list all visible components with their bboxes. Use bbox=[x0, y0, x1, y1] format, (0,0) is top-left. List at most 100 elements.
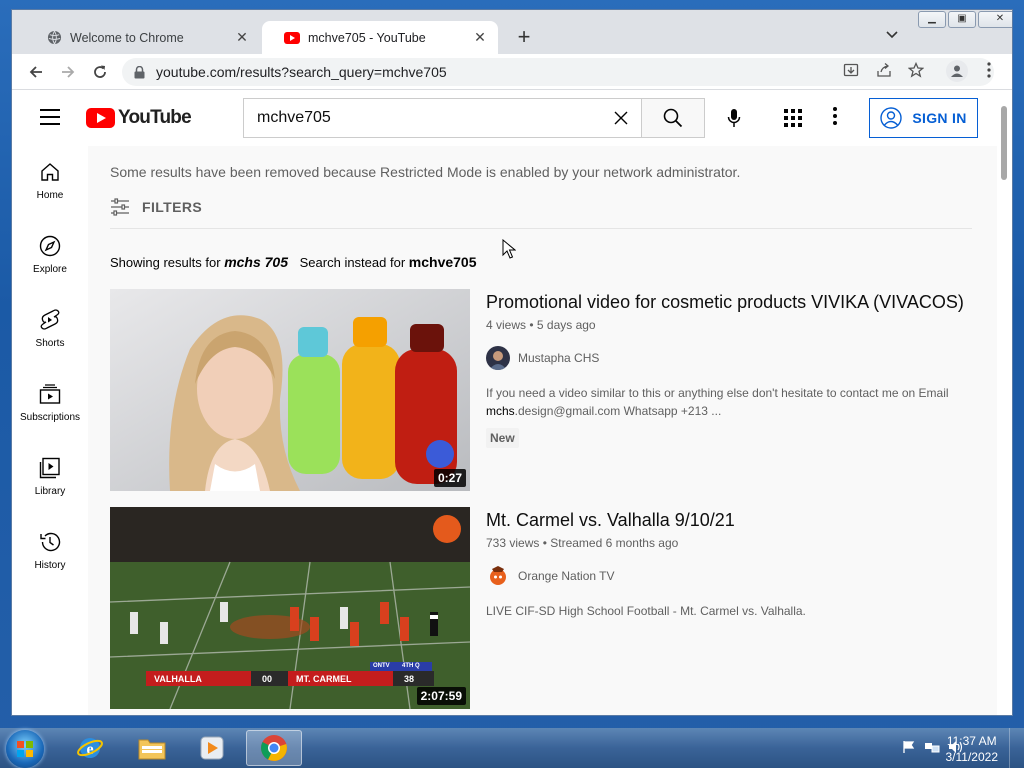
sign-in-label: SIGN IN bbox=[912, 110, 967, 126]
scrollbar-thumb[interactable] bbox=[1001, 106, 1007, 180]
youtube-page: YouTube mchve705 SIGN IN Home Explore Sh… bbox=[12, 90, 1012, 715]
network-icon[interactable] bbox=[924, 740, 940, 759]
close-window-button[interactable]: ✕ bbox=[978, 11, 1012, 28]
guide-item-library[interactable]: Library bbox=[12, 442, 88, 516]
tab-close-icon[interactable]: ✕ bbox=[472, 29, 488, 46]
desc-highlight: mchs bbox=[486, 404, 515, 418]
upload-age: 5 days ago bbox=[536, 318, 596, 332]
profile-avatar-icon[interactable] bbox=[946, 60, 968, 82]
explore-icon bbox=[38, 234, 62, 258]
tab-title: Welcome to Chrome bbox=[70, 30, 184, 45]
channel-link[interactable]: Orange Nation TV bbox=[486, 564, 986, 588]
instead-prefix: Search instead for bbox=[299, 255, 406, 270]
filters-button[interactable]: FILTERS bbox=[110, 198, 202, 216]
sign-in-button[interactable]: SIGN IN bbox=[869, 98, 978, 138]
desc-text: If you need a video similar to this or a… bbox=[486, 386, 949, 400]
tab-search-chevron-icon[interactable] bbox=[885, 27, 905, 47]
guide-item-shorts[interactable]: Shorts bbox=[12, 294, 88, 368]
guide-item-home[interactable]: Home bbox=[12, 146, 88, 220]
divider bbox=[110, 228, 972, 229]
taskbar-media-player[interactable] bbox=[184, 730, 240, 766]
guide-menu-icon[interactable] bbox=[40, 109, 60, 125]
guide-item-subscriptions[interactable]: Subscriptions bbox=[12, 368, 88, 442]
library-icon bbox=[38, 456, 62, 480]
showing-prefix: Showing results for bbox=[110, 255, 221, 270]
scoreboard-network: ONTV bbox=[373, 663, 390, 669]
folder-icon bbox=[138, 739, 166, 760]
page-scrollbar[interactable] bbox=[997, 90, 1012, 715]
windows-taskbar: e 11:37 AM 3/11/2022 bbox=[0, 728, 1024, 768]
subscriptions-icon bbox=[38, 382, 62, 406]
guide-item-explore[interactable]: Explore bbox=[12, 220, 88, 294]
video-duration: 0:27 bbox=[433, 469, 466, 487]
new-tab-button[interactable]: + bbox=[512, 26, 536, 50]
taskbar-internet-explorer[interactable]: e bbox=[62, 730, 118, 766]
upload-age: Streamed 6 months ago bbox=[550, 536, 679, 550]
media-player-icon bbox=[200, 736, 224, 760]
settings-more-icon[interactable] bbox=[833, 107, 847, 129]
guide-item-label: Subscriptions bbox=[19, 412, 81, 423]
corrected-query-link[interactable]: mchs 705 bbox=[224, 254, 288, 270]
reload-icon[interactable] bbox=[90, 62, 110, 82]
mouse-cursor-icon bbox=[502, 238, 517, 264]
guide-item-history[interactable]: History bbox=[12, 516, 88, 590]
taskbar-clock[interactable]: 11:37 AM 3/11/2022 bbox=[946, 733, 999, 765]
video-description: LIVE CIF-SD High School Football - Mt. C… bbox=[486, 604, 806, 618]
guide-item-label: Library bbox=[34, 486, 66, 497]
search-input[interactable]: mchve705 bbox=[243, 98, 641, 138]
start-button[interactable] bbox=[6, 730, 44, 768]
filters-label: FILTERS bbox=[142, 199, 203, 215]
minimize-button[interactable]: ▁ bbox=[918, 11, 946, 28]
voice-search-mic-icon[interactable] bbox=[723, 107, 745, 129]
install-app-icon[interactable] bbox=[842, 61, 860, 79]
video-description: If you need a video similar to this or a… bbox=[486, 384, 986, 420]
chrome-menu-icon[interactable] bbox=[980, 61, 998, 79]
video-title[interactable]: Mt. Carmel vs. Valhalla 9/10/21 bbox=[486, 507, 986, 533]
search-button[interactable] bbox=[641, 98, 705, 138]
scoreboard-score2: 38 bbox=[404, 674, 415, 684]
taskbar-file-explorer[interactable] bbox=[124, 730, 180, 766]
video-info: Promotional video for cosmetic products … bbox=[486, 289, 986, 448]
tab-welcome[interactable]: Welcome to Chrome ✕ bbox=[24, 21, 260, 54]
maximize-button[interactable]: ▣ bbox=[948, 11, 976, 28]
chrome-window: Welcome to Chrome ✕ mchve705 - YouTube ✕… bbox=[11, 9, 1013, 716]
url-text: youtube.com/results?search_query=mchve70… bbox=[156, 64, 447, 80]
youtube-logo[interactable]: YouTube bbox=[86, 107, 192, 129]
back-arrow-icon[interactable] bbox=[26, 62, 46, 82]
tab-youtube[interactable]: mchve705 - YouTube ✕ bbox=[262, 21, 498, 54]
history-icon bbox=[38, 530, 62, 554]
channel-avatar bbox=[486, 346, 510, 370]
forward-arrow-icon[interactable] bbox=[58, 62, 78, 82]
original-query-link[interactable]: mchve705 bbox=[409, 254, 477, 270]
video-thumbnail[interactable]: 0:27 bbox=[110, 289, 470, 491]
youtube-wordmark: YouTube bbox=[118, 107, 192, 128]
taskbar-chrome[interactable] bbox=[246, 730, 302, 766]
scoreboard-team1: VALHALLA bbox=[154, 674, 202, 684]
video-thumbnail[interactable]: VALHALLA 00 MT. CARMEL 38 ONTV 4TH Q 2:0… bbox=[110, 507, 470, 709]
channel-name: Mustapha CHS bbox=[518, 351, 600, 365]
search-icon bbox=[663, 108, 683, 128]
channel-link[interactable]: Mustapha CHS bbox=[486, 346, 986, 370]
spelling-correction: Showing results for mchs 705 Search inst… bbox=[110, 254, 477, 270]
filter-sliders-icon bbox=[110, 198, 132, 216]
address-bar[interactable]: youtube.com/results?search_query=mchve70… bbox=[122, 58, 994, 86]
account-icon bbox=[880, 107, 903, 129]
home-icon bbox=[38, 160, 62, 184]
youtube-apps-icon[interactable] bbox=[784, 109, 802, 127]
bookmark-star-icon[interactable] bbox=[907, 61, 925, 79]
search-instead: Search instead for mchve705 bbox=[299, 254, 477, 270]
guide-item-label: Home bbox=[36, 190, 64, 201]
show-desktop-button[interactable] bbox=[1009, 728, 1024, 768]
tab-close-icon[interactable]: ✕ bbox=[234, 29, 250, 46]
video-meta: 4 views • 5 days ago bbox=[486, 318, 596, 332]
share-icon[interactable] bbox=[875, 61, 893, 79]
clock-time: 11:37 AM bbox=[946, 734, 997, 748]
action-center-flag-icon[interactable] bbox=[902, 740, 916, 759]
video-title[interactable]: Promotional video for cosmetic products … bbox=[486, 289, 986, 315]
window-controls: ▁ ▣ ✕ bbox=[916, 11, 1012, 28]
tab-title: mchve705 - YouTube bbox=[308, 30, 426, 45]
clear-search-icon[interactable] bbox=[601, 111, 641, 125]
shorts-icon bbox=[38, 308, 62, 332]
lock-icon bbox=[134, 65, 148, 79]
tab-strip: Welcome to Chrome ✕ mchve705 - YouTube ✕… bbox=[12, 10, 1012, 54]
